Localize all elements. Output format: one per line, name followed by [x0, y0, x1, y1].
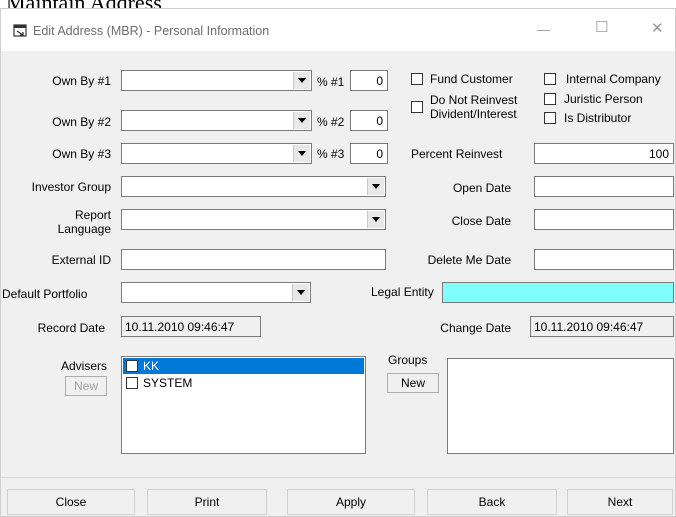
title-bar[interactable]: Edit Address (MBR) - Personal Informatio… [1, 9, 675, 51]
open-date-label: Open Date [452, 181, 511, 195]
do-not-reinvest-label-2: Divident/Interest [430, 107, 517, 121]
change-date-field: 10.11.2010 09:46:47 [530, 316, 674, 337]
list-item[interactable]: KK [123, 358, 364, 374]
pct-1-label: % #1 [317, 75, 345, 89]
report-language-select[interactable] [121, 209, 386, 230]
internal-company-label: Internal Company [566, 72, 661, 86]
fund-customer-label: Fund Customer [430, 72, 513, 86]
chevron-down-icon[interactable] [292, 284, 309, 301]
default-portfolio-select[interactable] [121, 282, 311, 303]
window-title: Edit Address (MBR) - Personal Informatio… [33, 24, 270, 38]
list-item[interactable]: SYSTEM [123, 375, 364, 391]
pct-2-input[interactable]: 0 [350, 110, 388, 131]
legal-entity-input[interactable] [442, 282, 674, 303]
external-id-label: External ID [51, 253, 111, 267]
is-distributor-checkbox[interactable] [544, 112, 556, 124]
pct-2-label: % #2 [317, 115, 345, 129]
chevron-down-icon[interactable] [367, 178, 384, 195]
close-date-label: Close Date [451, 214, 511, 228]
record-date-label: Record Date [37, 321, 105, 335]
delete-me-date-input[interactable] [534, 249, 674, 270]
percent-reinvest-input[interactable]: 100 [534, 143, 674, 164]
groups-new-button[interactable]: New [387, 373, 439, 393]
internal-company-checkbox[interactable] [544, 73, 556, 85]
legal-entity-label: Legal Entity [371, 285, 434, 299]
record-date-field: 10.11.2010 09:46:47 [121, 316, 261, 337]
chevron-down-icon[interactable] [367, 211, 384, 228]
report-language-label-1: Report [74, 208, 111, 222]
advisers-new-button[interactable]: New [65, 376, 107, 396]
next-button[interactable]: Next [567, 489, 673, 515]
dialog-window: Edit Address (MBR) - Personal Informatio… [0, 8, 676, 517]
delete-me-date-label: Delete Me Date [427, 253, 511, 267]
own-by-1-select[interactable] [121, 70, 312, 91]
investor-group-label: Investor Group [31, 180, 111, 194]
pct-3-label: % #3 [317, 147, 345, 161]
is-distributor-label: Is Distributor [564, 111, 632, 125]
minimize-button[interactable]: — [537, 23, 550, 37]
investor-group-select[interactable] [121, 176, 386, 197]
close-button[interactable]: Close [7, 489, 135, 515]
own-by-2-select[interactable] [121, 110, 312, 131]
chevron-down-icon[interactable] [293, 72, 310, 89]
do-not-reinvest-checkbox[interactable] [411, 101, 423, 113]
window-app-icon [13, 24, 27, 37]
back-button[interactable]: Back [427, 489, 557, 515]
fund-customer-checkbox[interactable] [411, 73, 423, 85]
apply-button[interactable]: Apply [287, 489, 415, 515]
own-by-2-label: Own By #2 [52, 115, 111, 129]
percent-reinvest-label: Percent Reinvest [411, 147, 503, 161]
own-by-1-label: Own By #1 [52, 74, 111, 88]
footer-divider [1, 477, 675, 478]
print-button[interactable]: Print [147, 489, 267, 515]
external-id-input[interactable] [121, 249, 386, 270]
chevron-down-icon[interactable] [293, 112, 310, 129]
default-portfolio-label: Default Portfolio [2, 287, 88, 301]
own-by-3-label: Own By #3 [52, 147, 111, 161]
advisers-label: Advisers [60, 359, 107, 373]
own-by-3-select[interactable] [121, 143, 312, 164]
groups-label: Groups [388, 353, 428, 367]
report-language-label-2: Language [57, 222, 111, 236]
adviser-checkbox[interactable] [126, 360, 138, 372]
adviser-checkbox[interactable] [126, 377, 138, 389]
groups-list[interactable] [447, 358, 674, 454]
chevron-down-icon[interactable] [293, 145, 310, 162]
maximize-button[interactable]: ☐ [595, 20, 608, 35]
close-date-input[interactable] [534, 209, 674, 230]
pct-3-input[interactable]: 0 [350, 143, 388, 164]
advisers-list[interactable]: KK SYSTEM [121, 356, 366, 454]
juristic-person-label: Juristic Person [564, 92, 643, 106]
close-window-button[interactable]: ✕ [651, 21, 664, 36]
juristic-person-checkbox[interactable] [544, 93, 556, 105]
do-not-reinvest-label-1: Do Not Reinvest [430, 93, 518, 107]
pct-1-input[interactable]: 0 [350, 70, 388, 91]
change-date-label: Change Date [440, 321, 511, 335]
open-date-input[interactable] [534, 176, 674, 197]
